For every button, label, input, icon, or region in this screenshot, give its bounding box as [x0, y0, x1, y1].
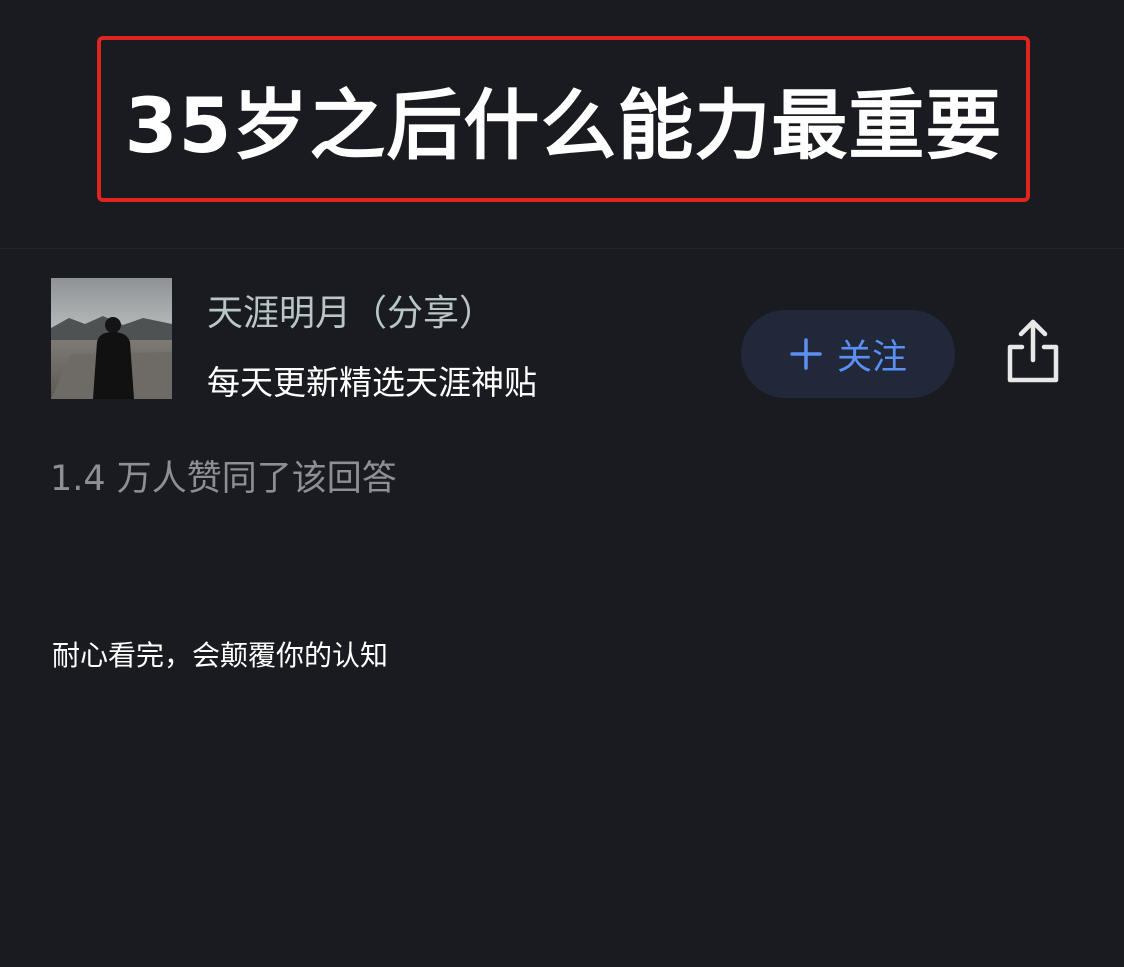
question-header: 35岁之后什么能力最重要	[0, 0, 1124, 249]
question-title: 35岁之后什么能力最重要	[124, 81, 1003, 170]
likes-count: 1.4 万人赞同了该回答	[50, 459, 397, 499]
follow-button[interactable]: 关注	[741, 310, 955, 398]
question-title-highlight: 35岁之后什么能力最重要	[97, 36, 1030, 202]
share-icon[interactable]	[1002, 317, 1064, 385]
author-name[interactable]: 天涯明月（分享）	[207, 284, 495, 336]
follow-label: 关注	[836, 337, 907, 378]
author-avatar[interactable]	[51, 278, 172, 399]
answer-first-line: 耐心看完，会颠覆你的认知	[52, 639, 389, 672]
author-bio: 每天更新精选天涯神贴	[207, 363, 537, 402]
plus-icon	[790, 338, 822, 370]
